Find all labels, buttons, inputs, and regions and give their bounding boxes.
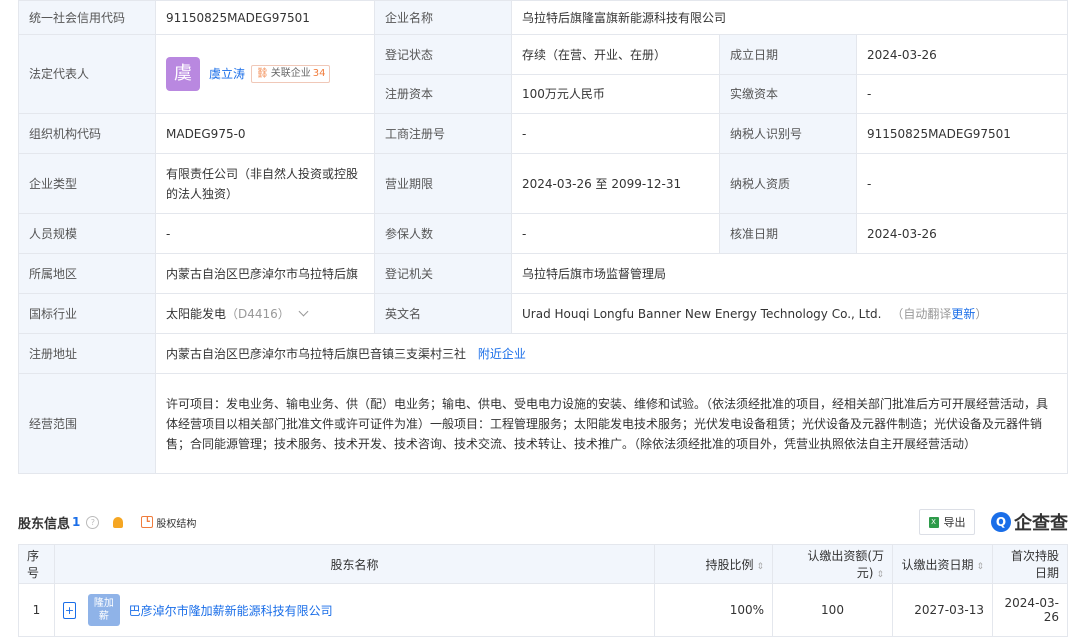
value-founded: 2024-03-26 — [855, 34, 1069, 75]
question-icon[interactable]: ? — [86, 515, 100, 529]
row-ratio: 100% — [654, 583, 773, 637]
sort-icon: ⇕ — [756, 561, 764, 572]
plus-icon[interactable]: + — [63, 601, 76, 619]
equity-structure-button[interactable]: ┗ 股权结构 — [141, 515, 196, 530]
shareholder-title: 股东信息 — [18, 516, 71, 532]
col-first-date: 首次持股日期 — [992, 544, 1068, 584]
label-org-code: 组织机构代码 — [18, 113, 156, 154]
row-name-cell: + 隆加薪 巴彦淖尔市隆加薪新能源科技有限公司 — [54, 583, 655, 637]
value-paid-capital: - — [855, 74, 1069, 114]
label-industry: 国标行业 — [18, 293, 156, 334]
value-reg-authority: 乌拉特后旗市场监督管理局 — [510, 253, 1069, 294]
chevron-down-icon[interactable] — [298, 306, 309, 316]
label-reg-capital: 注册资本 — [374, 74, 512, 114]
company-info: 统一社会信用代码 91150825MADEG97501 企业名称 乌拉特后旗隆富… — [18, 0, 1069, 474]
related-companies-badge[interactable]: ⛓ 关联企业 34 — [251, 65, 331, 83]
row-amount: 100 — [772, 583, 893, 637]
industry-name: 太阳能发电 — [166, 306, 227, 321]
table-header-row: 序号 股东名称 持股比例 ⇕ 认缴出资额(万元) ⇕ 认缴出资日期 ⇕ 首次持股日期 — [18, 544, 1068, 584]
brand-name: 企查查 — [1014, 513, 1068, 534]
label-scope: 经营范围 — [18, 373, 156, 474]
value-org-code: MADEG975-0 — [155, 113, 375, 154]
label-insured: 参保人数 — [374, 213, 512, 254]
value-biz-reg-no: - — [511, 113, 720, 154]
label-region: 所属地区 — [18, 253, 156, 294]
info-table: 统一社会信用代码 91150825MADEG97501 企业名称 乌拉特后旗隆富… — [18, 0, 1069, 474]
auto-translate-close: ） — [975, 306, 988, 321]
value-region: 内蒙古自治区巴彦淖尔市乌拉特后旗 — [155, 253, 375, 294]
value-address: 内蒙古自治区巴彦淖尔市乌拉特后旗巴音镇三支渠村三社 附近企业 — [154, 333, 1069, 374]
value-reg-capital: 100万元人民币 — [511, 74, 720, 114]
col-ratio[interactable]: 持股比例 ⇕ — [654, 544, 773, 584]
row-first-date: 2024-03-26 — [992, 583, 1068, 637]
value-english-name: Urad Houqi Longfu Banner New Energy Tech… — [510, 293, 1069, 334]
label-paid-capital: 实缴资本 — [719, 74, 857, 114]
equity-icon: ┗ — [141, 516, 154, 528]
label-staff: 人员规模 — [18, 213, 156, 254]
value-credit-code: 91150825MADEG97501 — [155, 0, 375, 35]
label-taxpayer-id: 纳税人识别号 — [719, 113, 857, 154]
value-scope: 许可项目：发电业务、输电业务、供（配）电业务；输电、供电、受电电力设施的安装、维… — [154, 373, 1069, 474]
label-credit-code: 统一社会信用代码 — [18, 0, 156, 35]
label-reg-authority: 登记机关 — [374, 253, 512, 294]
table-row: 1 + 隆加薪 巴彦淖尔市隆加薪新能源科技有限公司 100% 100 2027-… — [18, 583, 1068, 637]
label-reg-status: 登记状态 — [374, 34, 512, 75]
shareholder-header: 股东信息 1 ? ┗ 股权结构 X 导出 Q 企查查 — [18, 508, 1068, 536]
col-no: 序号 — [18, 544, 55, 584]
label-term: 营业期限 — [374, 153, 512, 214]
label-founded: 成立日期 — [719, 34, 857, 75]
sort-icon: ⇕ — [876, 570, 884, 580]
col-sub-date[interactable]: 认缴出资日期 ⇕ — [892, 544, 993, 584]
related-label: 关联企业 — [270, 68, 311, 79]
auto-translate-note: （自动翻译 — [891, 306, 952, 321]
value-insured: - — [511, 213, 720, 254]
label-taxpayer-qual: 纳税人资质 — [719, 153, 857, 214]
value-industry[interactable]: 太阳能发电（D4416） — [155, 293, 375, 334]
shareholder-name-link[interactable]: 巴彦淖尔市隆加薪新能源科技有限公司 — [129, 604, 333, 618]
shareholder-table: 序号 股东名称 持股比例 ⇕ 认缴出资额(万元) ⇕ 认缴出资日期 ⇕ 首次持股日期 … — [18, 544, 1068, 637]
value-reg-status: 存续（在营、开业、在册） — [511, 34, 720, 75]
english-name-text: Urad Houqi Longfu Banner New Energy Tech… — [522, 306, 882, 321]
row-sub-date: 2027-03-13 — [892, 583, 993, 637]
label-address: 注册地址 — [18, 333, 156, 374]
excel-icon: X — [928, 516, 939, 528]
brand-logo-icon: Q — [991, 512, 1011, 532]
label-legal-rep: 法定代表人 — [18, 34, 156, 114]
value-staff: - — [155, 213, 375, 254]
label-approval-date: 核准日期 — [719, 213, 857, 254]
value-company-type: 有限责任公司（非自然人投资或控股的法人独资） — [155, 153, 375, 214]
value-taxpayer-qual: - — [855, 153, 1069, 214]
nearby-companies-link[interactable]: 附近企业 — [478, 347, 526, 361]
brand-logo: Q 企查查 — [991, 508, 1068, 536]
company-avatar[interactable]: 隆加薪 — [87, 594, 120, 626]
related-count: 34 — [312, 68, 326, 79]
update-link[interactable]: 更新 — [951, 307, 975, 321]
value-company-name: 乌拉特后旗隆富旗新能源科技有限公司 — [510, 0, 1069, 35]
value-term: 2024-03-26 至 2099-12-31 — [511, 153, 720, 214]
related-icon: ⛓ — [256, 68, 269, 79]
shareholder-count: 1 — [72, 515, 81, 529]
bell-icon[interactable] — [113, 516, 124, 528]
value-legal-rep: 虞 虞立涛 ⛓ 关联企业 34 — [155, 34, 375, 114]
export-label: 导出 — [943, 516, 966, 529]
col-name: 股东名称 — [54, 544, 655, 584]
col-amount[interactable]: 认缴出资额(万元) ⇕ — [772, 544, 893, 584]
export-button[interactable]: X 导出 — [919, 509, 975, 535]
legal-rep-name-link[interactable]: 虞立涛 — [209, 64, 245, 84]
address-text: 内蒙古自治区巴彦淖尔市乌拉特后旗巴音镇三支渠村三社 — [166, 346, 467, 361]
sort-icon: ⇕ — [976, 561, 984, 572]
industry-code: （D4416） — [226, 306, 290, 321]
label-company-type: 企业类型 — [18, 153, 156, 214]
value-taxpayer-id: 91150825MADEG97501 — [855, 113, 1069, 154]
value-approval-date: 2024-03-26 — [855, 213, 1069, 254]
legal-rep-avatar[interactable]: 虞 — [166, 57, 200, 91]
label-company-name: 企业名称 — [374, 0, 512, 35]
label-english-name: 英文名 — [374, 293, 512, 334]
equity-label: 股权结构 — [156, 518, 197, 530]
label-biz-reg-no: 工商注册号 — [374, 113, 512, 154]
row-no: 1 — [18, 583, 55, 637]
